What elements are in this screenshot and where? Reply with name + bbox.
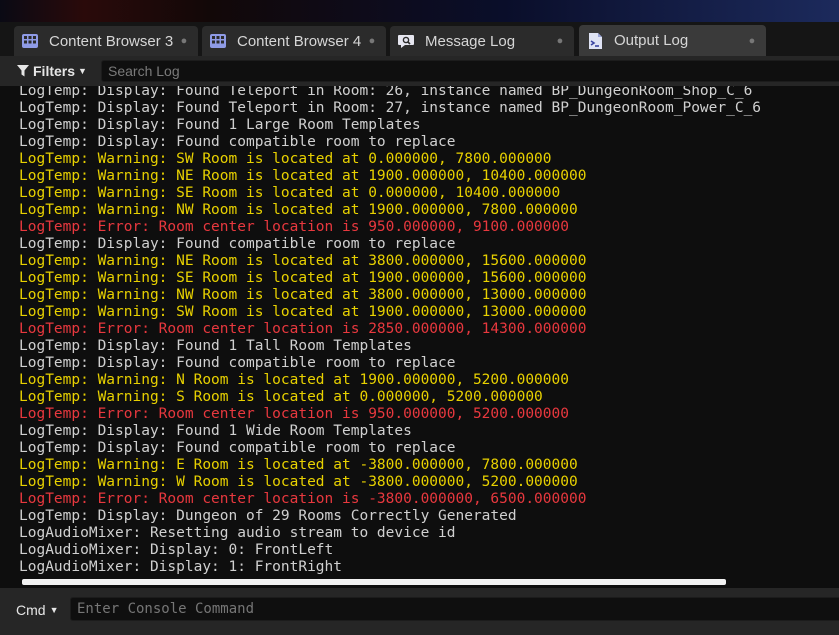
- log-line: LogTemp: Warning: N Room is located at 1…: [19, 372, 569, 388]
- log-toolbar: Filters ▼: [0, 56, 839, 86]
- chevron-down-icon: ▼: [78, 66, 87, 76]
- log-lines: LogTemp: Display: Found Teleport in Room…: [19, 86, 761, 576]
- tab-output-log[interactable]: Output Log ●: [579, 25, 766, 56]
- tab-label: Output Log: [614, 32, 689, 49]
- horizontal-scrollbar[interactable]: [0, 576, 839, 588]
- log-line: LogTemp: Warning: E Room is located at -…: [19, 457, 578, 473]
- filter-icon: [17, 65, 29, 77]
- close-icon[interactable]: ●: [366, 35, 378, 47]
- close-icon[interactable]: ●: [178, 35, 190, 47]
- output-log-view[interactable]: LogTemp: Display: Found Teleport in Room…: [0, 86, 839, 576]
- scrollbar-thumb[interactable]: [22, 579, 726, 585]
- tab-label: Message Log: [425, 32, 516, 50]
- log-line: LogTemp: Display: Found compatible room …: [19, 440, 456, 456]
- chevron-down-icon: ▼: [49, 605, 59, 615]
- tab-label: Content Browser 4: [237, 32, 362, 50]
- tab-message-log[interactable]: Message Log ●: [390, 26, 574, 56]
- close-icon[interactable]: ●: [746, 35, 758, 47]
- tab-label: Content Browser 3: [49, 32, 174, 50]
- log-line: LogTemp: Display: Found compatible room …: [19, 355, 456, 371]
- console-bar: Cmd ▼: [0, 588, 839, 635]
- log-line: LogTemp: Display: Found compatible room …: [19, 236, 456, 252]
- message-log-icon: [398, 35, 414, 48]
- console-command-input[interactable]: [70, 597, 839, 621]
- tab-content-browser-4[interactable]: Content Browser 4 ●: [202, 26, 386, 56]
- log-line: LogTemp: Warning: W Room is located at -…: [19, 474, 578, 490]
- content-browser-icon: [210, 34, 226, 48]
- log-line: LogTemp: Display: Found compatible room …: [19, 134, 456, 150]
- log-line: LogTemp: Warning: NE Room is located at …: [19, 168, 587, 184]
- content-browser-icon: [22, 34, 38, 48]
- log-line: LogTemp: Error: Room center location is …: [19, 406, 569, 422]
- log-line: LogTemp: Display: Found 1 Tall Room Temp…: [19, 338, 412, 354]
- close-icon[interactable]: ●: [554, 35, 566, 47]
- cmd-dropdown[interactable]: Cmd ▼: [16, 602, 58, 618]
- cmd-label: Cmd: [16, 602, 46, 618]
- log-line: LogTemp: Warning: SW Room is located at …: [19, 151, 552, 167]
- log-line: LogAudioMixer: Display: 0: FrontLeft: [19, 542, 334, 558]
- log-line: LogTemp: Error: Room center location is …: [19, 219, 569, 235]
- log-line: LogTemp: Error: Room center location is …: [19, 321, 587, 337]
- filters-label: Filters: [33, 63, 76, 79]
- log-line: LogTemp: Error: Room center location is …: [19, 491, 587, 507]
- log-line: LogTemp: Display: Found Teleport in Room…: [19, 100, 762, 116]
- log-line: LogTemp: Warning: SW Room is located at …: [19, 304, 587, 320]
- log-line: LogTemp: Warning: NW Room is located at …: [19, 202, 578, 218]
- log-line: LogTemp: Warning: SE Room is located at …: [19, 270, 587, 286]
- log-line: LogAudioMixer: Resetting audio stream to…: [19, 525, 456, 541]
- tab-content-browser-3[interactable]: Content Browser 3 ●: [14, 26, 198, 56]
- log-line: LogTemp: Display: Found 1 Large Room Tem…: [19, 117, 421, 133]
- log-line: LogTemp: Warning: NE Room is located at …: [19, 253, 587, 269]
- search-log-input[interactable]: [101, 60, 839, 82]
- log-line: LogTemp: Display: Dungeon of 29 Rooms Co…: [19, 508, 517, 524]
- output-log-icon: [589, 32, 602, 49]
- log-line: LogAudioMixer: Display: 1: FrontRight: [19, 559, 343, 575]
- log-line: LogTemp: Warning: SE Room is located at …: [19, 185, 561, 201]
- log-line: LogTemp: Display: Found 1 Wide Room Temp…: [19, 423, 412, 439]
- log-line: LogTemp: Warning: NW Room is located at …: [19, 287, 587, 303]
- log-line: LogTemp: Display: Found Teleport in Room…: [19, 86, 753, 99]
- filters-dropdown[interactable]: Filters ▼: [17, 63, 87, 79]
- tab-bar: Content Browser 3 ● Content Browser 4 ● …: [0, 22, 839, 56]
- viewport-strip: [0, 0, 839, 22]
- log-line: LogTemp: Warning: S Room is located at 0…: [19, 389, 543, 405]
